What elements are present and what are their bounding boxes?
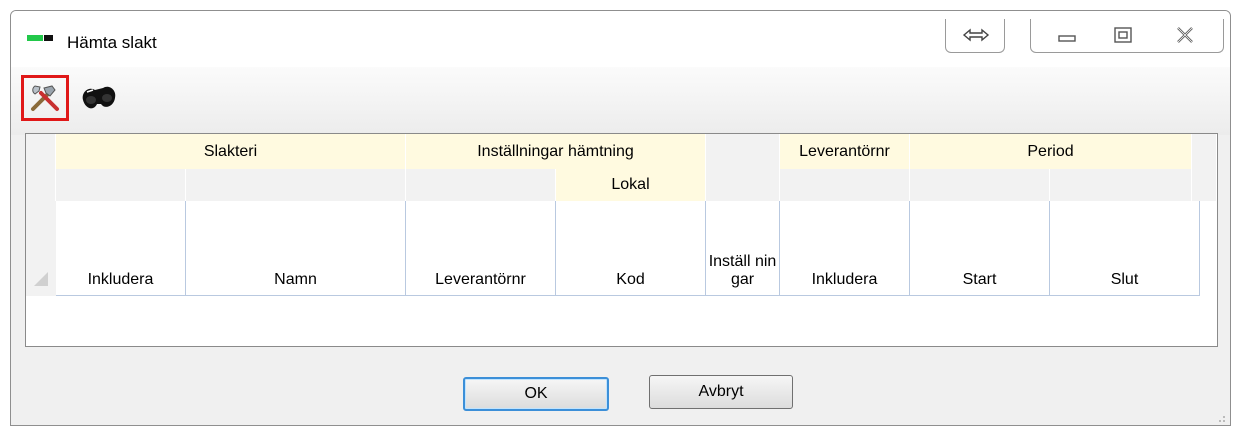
settings-button[interactable] [21, 75, 69, 121]
tools-icon [31, 85, 59, 111]
window-title: Hämta slakt [67, 33, 157, 52]
header-filler [1192, 169, 1217, 201]
group-header-installningar: Inställningar hämtning [406, 134, 706, 169]
resize-button[interactable] [945, 19, 1005, 53]
subgroup-header-lokal: Lokal [556, 169, 706, 201]
header-filler [1192, 134, 1217, 169]
column-header-kod[interactable]: Kod [556, 201, 706, 296]
cancel-button[interactable]: Avbryt [649, 375, 793, 409]
subgroup-header [706, 169, 780, 201]
window-controls [1030, 19, 1224, 53]
corner-triangle-icon [34, 272, 48, 286]
subgroup-header [406, 169, 556, 201]
title-bar: Hämta slakt [11, 11, 1230, 67]
column-header-inkludera[interactable]: Inkludera [56, 201, 186, 296]
toolbar [11, 67, 1230, 135]
corner-cell-2 [26, 169, 56, 201]
ok-button[interactable]: OK [463, 377, 609, 411]
maximize-button[interactable] [1097, 19, 1149, 51]
minimize-icon [1058, 35, 1076, 42]
close-button[interactable] [1159, 19, 1211, 51]
minimize-button[interactable] [1041, 19, 1093, 51]
column-header-inkludera-2[interactable]: Inkludera [780, 201, 910, 296]
close-icon [1177, 27, 1193, 43]
data-grid[interactable]: Slakteri Inställningar hämtning Leverant… [25, 133, 1218, 347]
resize-grip-icon[interactable] [1216, 413, 1226, 423]
dialog-window: Hämta slakt Slakteri Inställningar hämtn… [10, 10, 1231, 426]
column-header-installningar[interactable]: Inställ ningar [706, 201, 780, 296]
subgroup-header [780, 169, 910, 201]
group-header-leverantornr: Leverantörnr [780, 134, 910, 169]
subgroup-header [1050, 169, 1192, 201]
column-header-namn[interactable]: Namn [186, 201, 406, 296]
group-header-slakteri: Slakteri [56, 134, 406, 169]
binoculars-icon [82, 86, 116, 109]
column-header-leverantornr[interactable]: Leverantörnr [406, 201, 556, 296]
button-bar: OK Avbryt [11, 347, 1230, 425]
group-header-period: Period [910, 134, 1192, 169]
app-icon [27, 35, 55, 43]
corner-cell [26, 134, 56, 169]
search-button[interactable] [75, 75, 123, 121]
group-header-empty [706, 134, 780, 169]
subgroup-header [910, 169, 1050, 201]
double-arrow-icon [950, 19, 1002, 51]
column-header-start[interactable]: Start [910, 201, 1050, 296]
maximize-icon [1114, 27, 1132, 43]
subgroup-header [56, 169, 186, 201]
select-all-corner[interactable] [26, 201, 56, 296]
subgroup-header [186, 169, 406, 201]
column-header-slut[interactable]: Slut [1050, 201, 1200, 296]
